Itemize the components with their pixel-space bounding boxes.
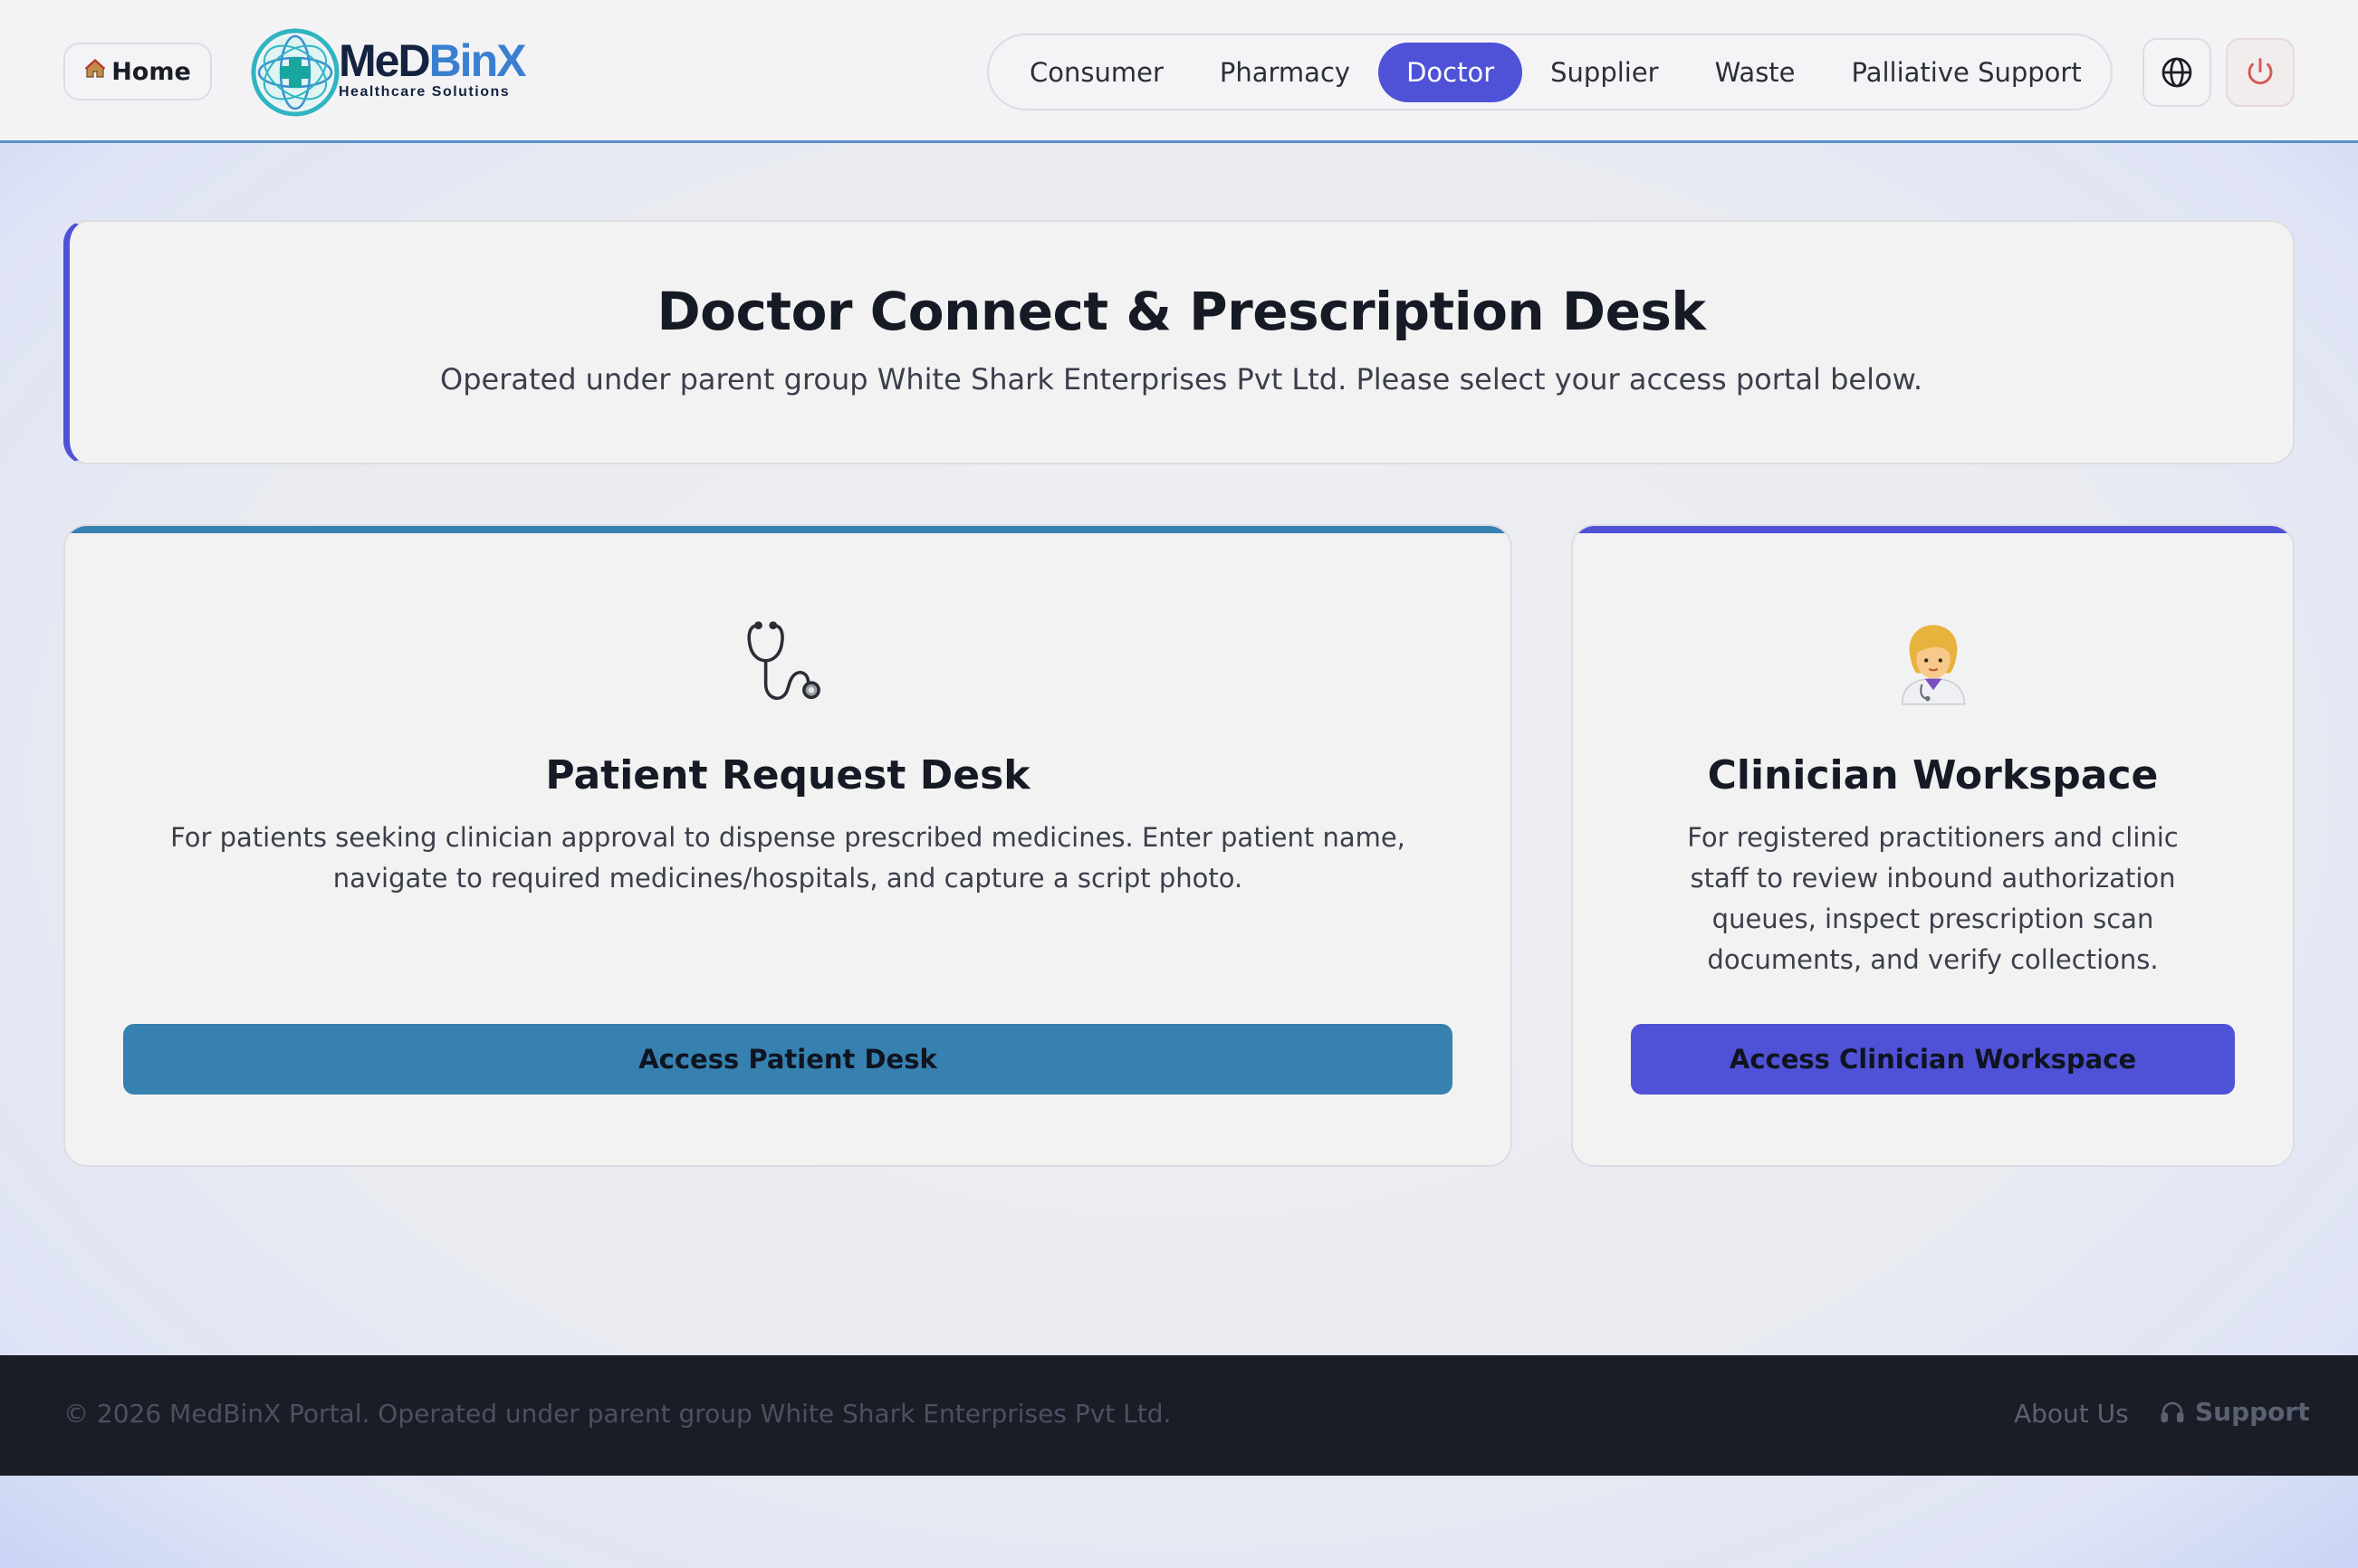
house-icon	[84, 58, 106, 85]
medbinx-logo[interactable]: MeDBinX Healthcare Solutions	[250, 27, 526, 118]
footer-support-link[interactable]: Support	[2159, 1397, 2310, 1427]
footer: © 2026 MedBinX Portal. Operated under pa…	[0, 1355, 2358, 1476]
power-icon	[2248, 58, 2273, 85]
page-subtitle: Operated under parent group White Shark …	[440, 362, 1922, 397]
home-button-label: Home	[111, 57, 191, 86]
patient-card-description: For patients seeking clinician approval …	[170, 822, 1405, 894]
clinician-workspace-card: Clinician Workspace For registered pract…	[1571, 524, 2295, 1167]
top-header: Home MeDBinX Healthcare Solutions Consum…	[0, 0, 2358, 143]
patient-request-card: Patient Request Desk For patients seekin…	[63, 524, 1512, 1167]
page: Home MeDBinX Healthcare Solutions Consum…	[0, 0, 2358, 1568]
language-button[interactable]	[2142, 38, 2211, 107]
patient-card-title: Patient Request Desk	[545, 752, 1030, 798]
clinician-card-title: Clinician Workspace	[1707, 752, 2159, 798]
footer-copyright: © 2026 MedBinX Portal. Operated under pa…	[63, 1399, 1172, 1429]
logo-globe-icon	[251, 28, 340, 117]
page-title: Doctor Connect & Prescription Desk	[657, 281, 1706, 342]
logo-subtitle: Healthcare Solutions	[339, 84, 511, 100]
nav-doctor[interactable]: Doctor	[1378, 42, 1523, 102]
access-patient-desk-button[interactable]: Access Patient Desk	[123, 1024, 1452, 1095]
footer-support-label: Support	[2195, 1397, 2310, 1427]
stethoscope-icon	[65, 617, 1510, 711]
headset-icon	[2161, 1401, 2184, 1422]
nav-consumer[interactable]: Consumer	[1002, 43, 1192, 102]
hero-panel: Doctor Connect & Prescription Desk Opera…	[63, 220, 2295, 464]
nav-palliative-support[interactable]: Palliative Support	[1824, 43, 2110, 102]
nav-pharmacy[interactable]: Pharmacy	[1192, 43, 1378, 102]
logo-title: MeDBinX	[339, 35, 526, 86]
woman-health-worker-icon	[1573, 617, 2293, 711]
access-clinician-workspace-button[interactable]: Access Clinician Workspace	[1631, 1024, 2235, 1095]
nav-waste[interactable]: Waste	[1687, 43, 1824, 102]
logout-button[interactable]	[2226, 38, 2295, 107]
globe-icon	[2162, 57, 2192, 88]
clinician-card-description: For registered practitioners and clinic …	[1687, 822, 2179, 975]
main-nav: Consumer Pharmacy Doctor Supplier Waste …	[987, 33, 2113, 110]
nav-supplier[interactable]: Supplier	[1522, 43, 1686, 102]
footer-about-link[interactable]: About Us	[2014, 1399, 2129, 1429]
home-button[interactable]: Home	[63, 43, 212, 100]
